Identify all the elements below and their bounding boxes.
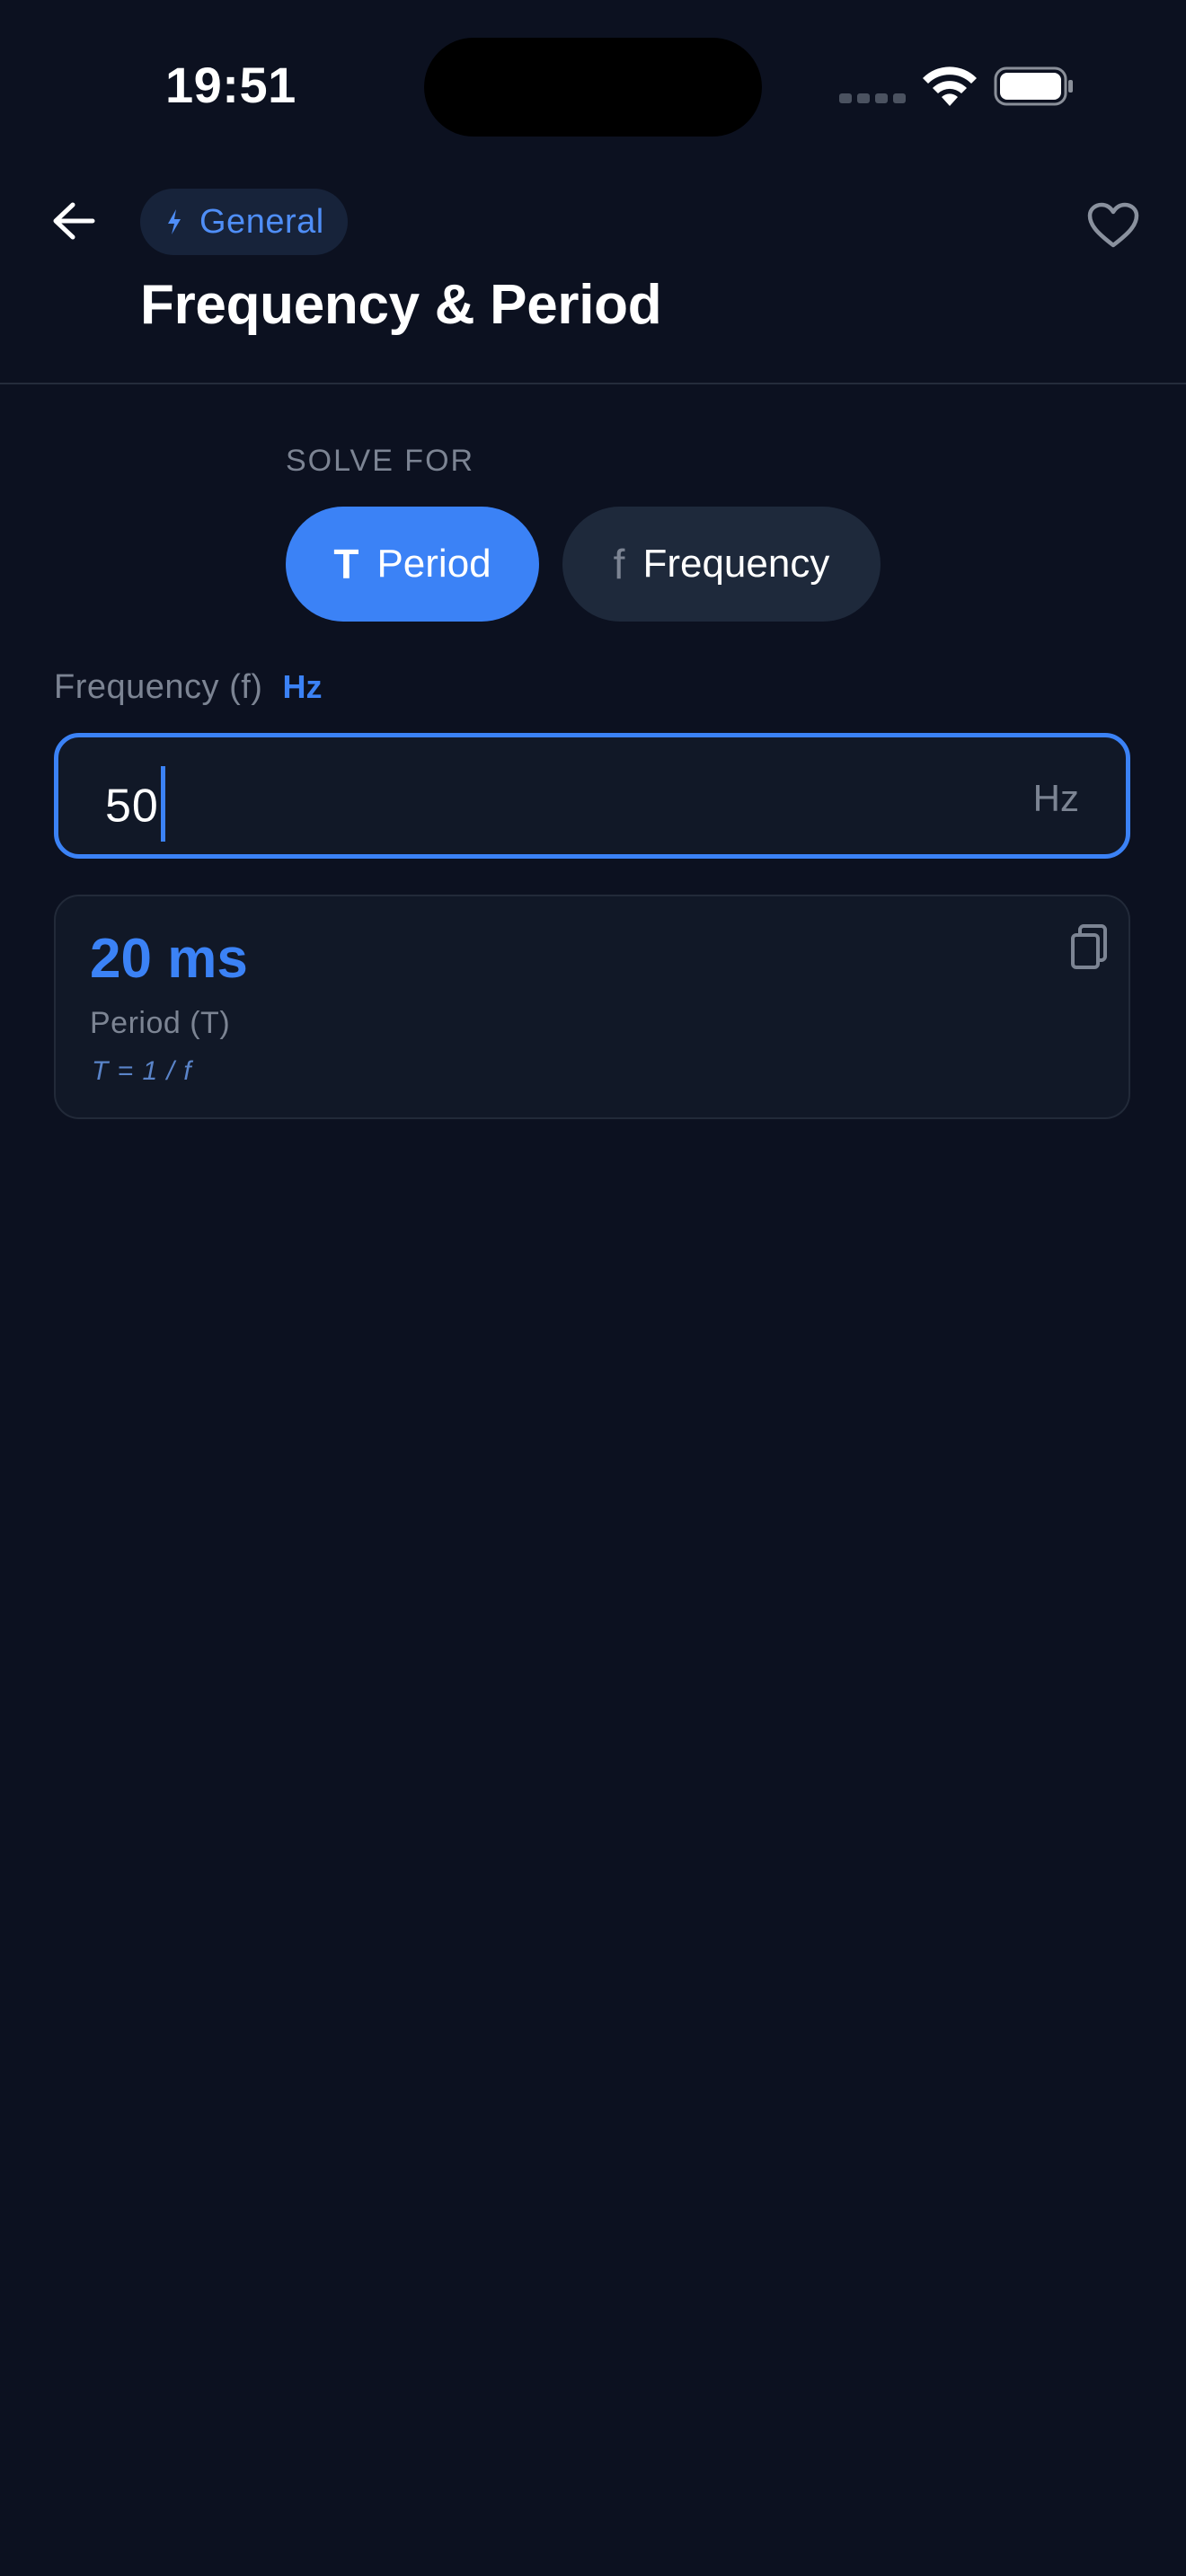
frequency-field-label-row: Frequency (f) Hz <box>54 668 322 707</box>
signal-dot-icon <box>875 93 888 103</box>
page-title: Frequency & Period <box>140 274 662 336</box>
frequency-field-label: Frequency (f) <box>54 668 263 706</box>
period-label: Period <box>376 542 491 586</box>
result-formula: T = 1 / f <box>92 1056 192 1086</box>
solve-frequency-button[interactable]: f Frequency <box>562 507 881 622</box>
wifi-icon <box>923 66 977 106</box>
frequency-unit-label: Hz <box>282 668 323 705</box>
arrow-left-icon <box>53 202 95 240</box>
copy-button[interactable] <box>1064 922 1114 972</box>
frequency-label: Frequency <box>642 542 830 586</box>
status-time: 19:51 <box>165 57 296 113</box>
text-caret <box>160 766 165 842</box>
result-value: 20 ms <box>90 928 248 990</box>
result-label: Period (T) <box>90 1006 231 1040</box>
frequency-input-value: 50 <box>105 780 159 833</box>
lightning-icon <box>168 209 181 234</box>
frequency-input[interactable]: 50 Hz <box>54 733 1130 859</box>
battery-icon <box>994 66 1073 106</box>
signal-dot-icon <box>839 93 852 103</box>
category-label: General <box>199 202 324 241</box>
period-symbol: T <box>333 541 359 587</box>
frequency-symbol: f <box>613 541 625 587</box>
favorite-button[interactable] <box>1084 196 1143 255</box>
signal-dot-icon <box>893 93 906 103</box>
dynamic-island <box>424 38 762 137</box>
solve-for-label: SOLVE FOR <box>286 444 475 478</box>
solve-period-button[interactable]: T Period <box>286 507 539 622</box>
frequency-input-value-wrap: 50 <box>105 766 165 847</box>
copy-icon <box>1071 924 1107 969</box>
result-card: 20 ms Period (T) T = 1 / f <box>54 895 1130 1119</box>
status-icons <box>839 63 1082 111</box>
heart-icon <box>1087 202 1139 248</box>
header: General Frequency & Period <box>0 171 1186 384</box>
category-chip[interactable]: General <box>140 189 348 255</box>
frequency-input-unit: Hz <box>1032 777 1079 819</box>
back-button[interactable] <box>43 190 104 251</box>
solve-for-toggle: T Period f Frequency <box>286 507 881 622</box>
status-bar: 19:51 <box>0 0 1186 171</box>
signal-dot-icon <box>857 93 870 103</box>
